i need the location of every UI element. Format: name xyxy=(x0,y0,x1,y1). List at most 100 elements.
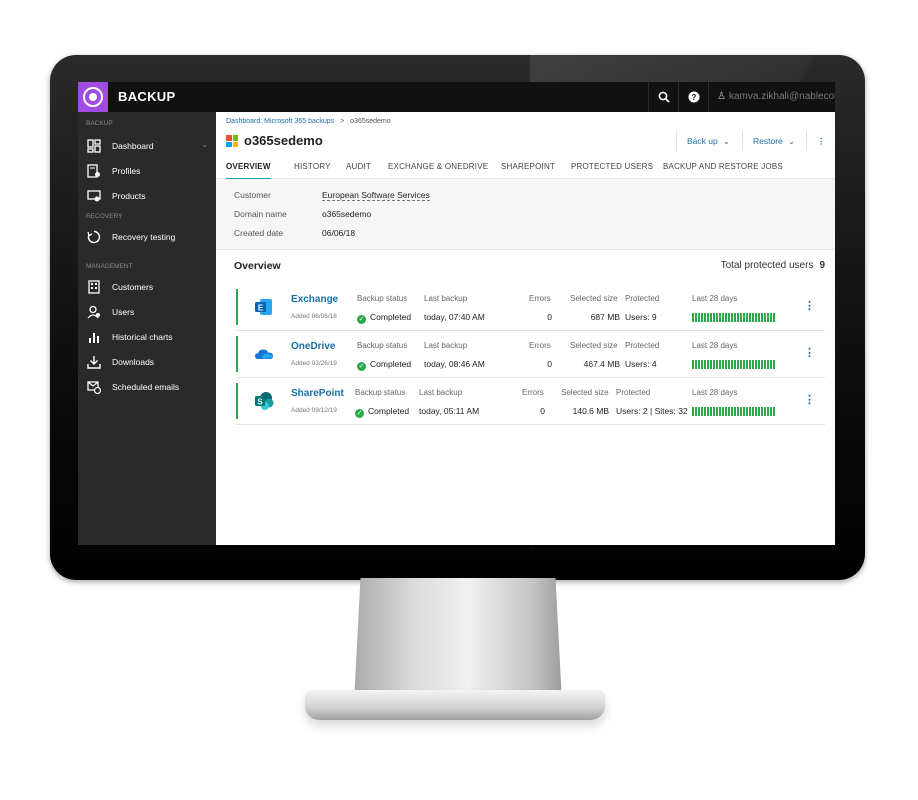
sidebar-section-recovery: RECOVERY xyxy=(86,213,123,220)
chart-icon xyxy=(86,329,102,345)
status-accent xyxy=(236,336,238,372)
sidebar-section-management: MANAGEMENT xyxy=(86,263,133,270)
day-bar xyxy=(767,407,769,416)
search-button[interactable] xyxy=(648,82,679,112)
backup-button-label: Back up xyxy=(687,136,718,146)
added-date: Added 03/26/19 xyxy=(291,360,337,367)
backup-button[interactable]: Back up ⌄ xyxy=(676,131,740,151)
tab-backup-restore-jobs[interactable]: BACKUP AND RESTORE JOBS xyxy=(663,156,783,178)
day-bar xyxy=(770,407,772,416)
row-menu-icon[interactable]: ⋮ xyxy=(804,393,815,406)
col-header-selected-size: Selected size xyxy=(570,341,618,350)
added-date: Added 09/12/19 xyxy=(291,407,337,414)
col-header-last-28-days: Last 28 days xyxy=(692,341,738,350)
last-backup: today, 08:46 AM xyxy=(424,359,485,369)
sidebar-item-customers[interactable]: Customers xyxy=(78,276,216,298)
app-name-link[interactable]: SharePoint xyxy=(291,388,344,399)
customer-link[interactable]: European Software Services xyxy=(322,190,430,201)
table-row[interactable]: S SharePoint Added 09/12/19 Backup statu… xyxy=(236,378,825,425)
breadcrumb-current: o365sedemo xyxy=(350,118,391,125)
logo-icon xyxy=(83,87,103,107)
help-button[interactable]: ? xyxy=(678,82,709,112)
day-bar xyxy=(740,360,742,369)
breadcrumb-link[interactable]: Dashboard: Microsoft 365 backups xyxy=(226,118,334,125)
col-header-last-backup: Last backup xyxy=(424,341,468,350)
sidebar-item-scheduled-emails[interactable]: Scheduled emails xyxy=(78,376,216,398)
errors-count: 0 xyxy=(547,359,552,369)
total-protected-value: 9 xyxy=(819,260,825,271)
app-name-link[interactable]: OneDrive xyxy=(291,341,335,352)
day-bar xyxy=(749,407,751,416)
day-bar xyxy=(755,313,757,322)
tab-protected-users[interactable]: PROTECTED USERS xyxy=(571,156,653,178)
sidebar-item-products[interactable]: Products xyxy=(78,185,216,207)
more-options-button[interactable]: ⋮ xyxy=(806,131,835,151)
day-bar xyxy=(764,407,766,416)
restore-button-label: Restore xyxy=(753,136,783,146)
day-bar xyxy=(707,407,709,416)
day-bar xyxy=(755,360,757,369)
added-date: Added 06/06/18 xyxy=(291,313,337,320)
tab-exchange-onedrive[interactable]: EXCHANGE & ONEDRIVE xyxy=(388,156,488,178)
table-row[interactable]: OneDrive Added 03/26/19 Backup status ✓ C… xyxy=(236,331,825,378)
day-bar xyxy=(767,313,769,322)
backup-status: ✓ Completed xyxy=(357,312,412,324)
col-header-last-28-days: Last 28 days xyxy=(692,388,738,397)
tab-history[interactable]: HISTORY xyxy=(294,156,331,178)
tab-audit[interactable]: AUDIT xyxy=(346,156,371,178)
day-bar xyxy=(707,360,709,369)
day-bar xyxy=(773,407,775,416)
screen: BACKUP ? ♙kamva.zikhali@nablecorp.co... … xyxy=(78,82,835,545)
day-bar xyxy=(704,313,706,322)
sidebar-item-recovery-testing[interactable]: Recovery testing xyxy=(78,226,216,248)
created-date-value: 06/06/18 xyxy=(322,228,356,238)
day-bar xyxy=(764,313,766,322)
sidebar: BACKUP Dashboard ⌄ Profiles Products REC… xyxy=(78,112,216,545)
check-icon: ✓ xyxy=(357,315,366,324)
day-bar xyxy=(740,407,742,416)
sidebar-item-dashboard[interactable]: Dashboard ⌄ xyxy=(78,135,216,157)
user-icon: ♙ xyxy=(717,91,726,102)
day-bar xyxy=(731,360,733,369)
day-bar xyxy=(767,360,769,369)
day-bar xyxy=(719,313,721,322)
user-menu[interactable]: ♙kamva.zikhali@nablecorp.co... xyxy=(708,82,835,112)
errors-count: 0 xyxy=(540,406,545,416)
day-bar xyxy=(725,407,727,416)
user-email: kamva.zikhali@nablecorp.co... xyxy=(728,91,835,102)
sidebar-item-label: Historical charts xyxy=(112,332,173,342)
col-header-errors: Errors xyxy=(522,388,544,397)
selected-size: 140.6 MB xyxy=(572,406,609,416)
last-28-days-bars xyxy=(692,313,775,322)
sidebar-item-historical-charts[interactable]: Historical charts xyxy=(78,326,216,348)
tab-overview[interactable]: OVERVIEW xyxy=(226,156,271,180)
svg-text:?: ? xyxy=(692,93,697,102)
sidebar-item-downloads[interactable]: Downloads xyxy=(78,351,216,373)
table-row[interactable]: E Exchange Added 06/06/18 Backup status … xyxy=(236,284,825,331)
info-panel: Customer European Software Services Doma… xyxy=(216,179,835,250)
day-bar xyxy=(692,360,694,369)
check-icon: ✓ xyxy=(357,362,366,371)
sidebar-item-profiles[interactable]: Profiles xyxy=(78,160,216,182)
svg-text:E: E xyxy=(258,303,264,312)
row-menu-icon[interactable]: ⋮ xyxy=(804,346,815,359)
sidebar-item-label: Recovery testing xyxy=(112,232,176,242)
restore-button[interactable]: Restore ⌄ xyxy=(742,131,805,151)
row-menu-icon[interactable]: ⋮ xyxy=(804,299,815,312)
day-bar xyxy=(770,313,772,322)
sidebar-item-label: Customers xyxy=(112,282,154,292)
col-header-backup-status: Backup status xyxy=(355,388,406,397)
monitor-stand-neck xyxy=(354,578,562,700)
day-bar xyxy=(773,360,775,369)
day-bar xyxy=(737,407,739,416)
app-logo[interactable] xyxy=(78,82,108,112)
tab-sharepoint[interactable]: SHAREPOINT xyxy=(501,156,555,178)
day-bar xyxy=(698,360,700,369)
app-name-link[interactable]: Exchange xyxy=(291,294,338,305)
day-bar xyxy=(734,313,736,322)
sidebar-item-users[interactable]: Users xyxy=(78,301,216,323)
domain-name-value: o365sedemo xyxy=(322,209,372,219)
sidebar-section-backup: BACKUP xyxy=(86,120,113,127)
top-bar: BACKUP ? ♙kamva.zikhali@nablecorp.co... xyxy=(78,82,835,112)
day-bar xyxy=(722,407,724,416)
